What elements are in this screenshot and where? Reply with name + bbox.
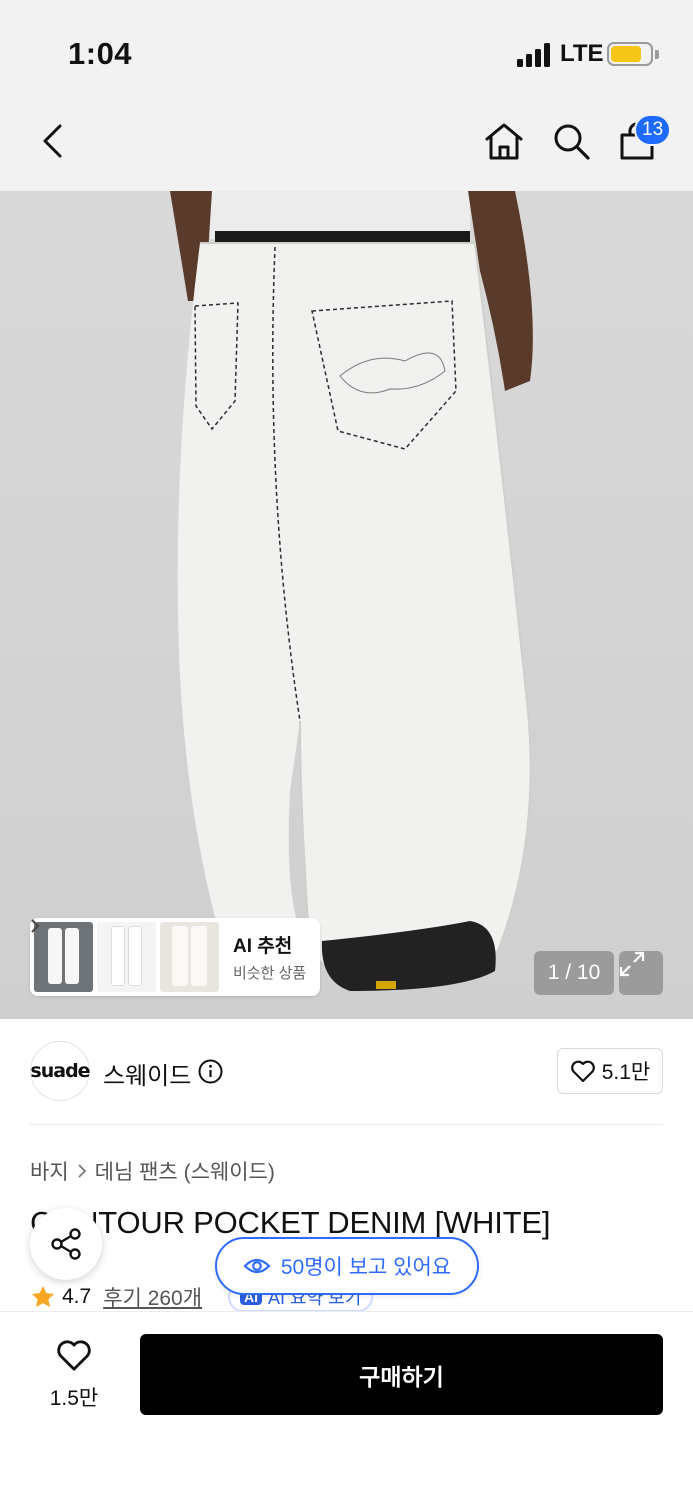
home-icon	[485, 123, 523, 160]
cart-count-badge: 13	[634, 114, 672, 146]
status-time: 1:04	[68, 36, 133, 71]
buy-button[interactable]: 구매하기	[140, 1334, 663, 1415]
heart-icon	[570, 1060, 595, 1083]
wishlist-count: 1.5만	[49, 1387, 99, 1410]
share-icon	[51, 1228, 81, 1260]
brand-like-count: 5.1만	[601, 1061, 651, 1084]
recommend-thumb[interactable]	[34, 922, 93, 992]
brand-like-button[interactable]: 5.1만	[557, 1048, 663, 1094]
product-image[interactable]: AI 추천 비슷한 상품 1 / 10	[0, 191, 693, 1019]
expand-icon	[619, 951, 645, 977]
search-icon	[554, 124, 590, 160]
chevron-left-icon	[43, 124, 62, 158]
rating-value: 4.7	[62, 1285, 92, 1308]
status-bar: 1:04 LTE	[0, 0, 693, 96]
share-button[interactable]	[30, 1208, 102, 1280]
brand-name[interactable]: 스웨이드	[103, 1056, 191, 1091]
top-nav-bar	[0, 96, 693, 191]
brand-logo[interactable]: suade	[30, 1041, 91, 1101]
signal-icon	[517, 43, 553, 67]
product-title: CONTOUR POCKET DENIM [WHITE]	[30, 1205, 551, 1240]
ai-recommend-subtitle: 비슷한 상품	[233, 965, 307, 982]
breadcrumb-item[interactable]: 데님 팬츠 (스웨이드)	[95, 1156, 275, 1186]
chevron-right-icon	[31, 919, 40, 933]
divider	[30, 1124, 663, 1125]
search-button[interactable]	[546, 116, 596, 166]
recommend-thumb[interactable]	[160, 922, 219, 992]
ai-recommend-text: AI 추천 비슷한 상품	[31, 919, 307, 983]
ai-recommend-card[interactable]: AI 추천 비슷한 상품	[30, 918, 320, 996]
breadcrumb-item[interactable]: 바지	[30, 1156, 69, 1186]
image-counter: 1 / 10	[534, 951, 614, 995]
product-photo	[170, 191, 533, 991]
reviews-link[interactable]: 후기 260개	[103, 1282, 202, 1312]
heart-icon	[57, 1340, 91, 1371]
recommend-thumb[interactable]	[97, 922, 156, 992]
viewers-toast: 50명이 보고 있어요	[215, 1237, 479, 1295]
chevron-right-icon	[78, 1164, 86, 1178]
eye-icon	[243, 1258, 271, 1274]
ai-recommend-title: AI 추천	[31, 919, 306, 958]
back-button[interactable]	[28, 116, 78, 166]
breadcrumb: 바지 데님 팬츠 (스웨이드)	[30, 1156, 275, 1186]
wishlist-button[interactable]: 1.5만	[38, 1338, 110, 1412]
expand-button[interactable]	[619, 951, 663, 995]
viewers-text: 50명이 보고 있어요	[280, 1256, 452, 1279]
home-button[interactable]	[479, 116, 529, 166]
battery-icon	[607, 42, 653, 66]
star-icon	[31, 1285, 55, 1308]
network-label: LTE	[560, 40, 604, 67]
rating-row: 4.7 후기 260개	[30, 1282, 202, 1312]
info-icon[interactable]	[198, 1059, 223, 1084]
